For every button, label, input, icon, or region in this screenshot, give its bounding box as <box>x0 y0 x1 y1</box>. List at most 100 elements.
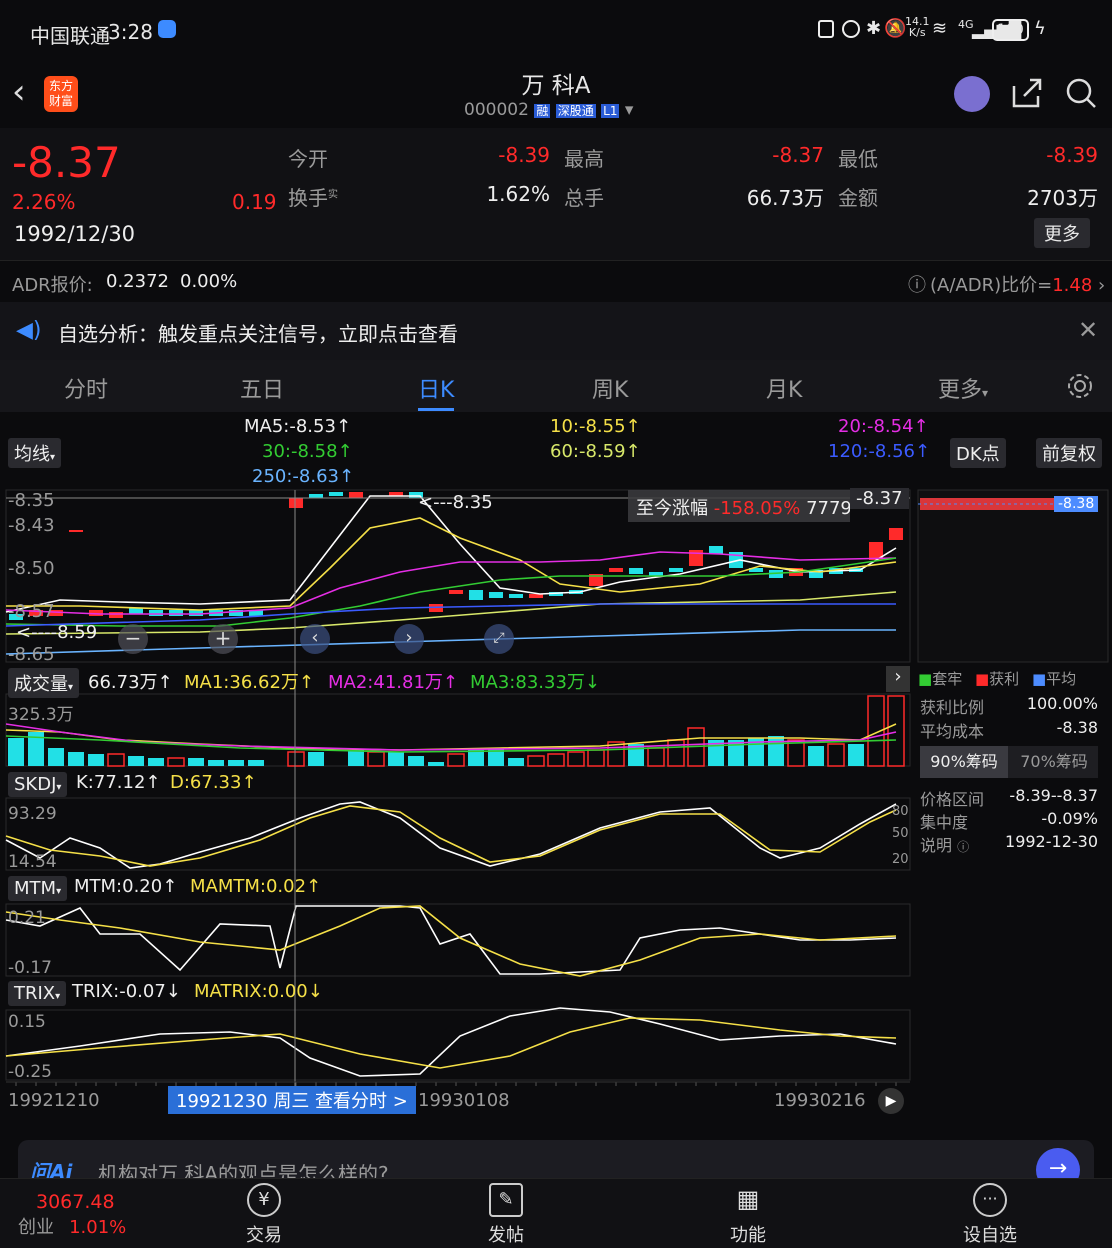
skdj-d: D:67.33↑ <box>170 772 257 793</box>
volume-bar-39 <box>827 743 845 767</box>
volume-bar-36 <box>768 736 784 766</box>
zoom-out-icon[interactable]: − <box>118 624 148 654</box>
nav-trade[interactable]: ¥ 交易 <box>204 1183 324 1247</box>
volume-bar-0 <box>8 738 24 766</box>
trix-y-max: 0.15 <box>8 1012 46 1032</box>
chip-panel-frame <box>917 489 1109 663</box>
ai-question-bar[interactable]: 问Ai 机构对万 科A的观点是怎么样的? → <box>18 1140 1094 1180</box>
ma5-value: MA5:-8.53↑ <box>244 416 352 437</box>
view-intraday-tooltip[interactable]: 19921230 周三 查看分时 > <box>168 1086 416 1114</box>
candle-9 <box>189 610 203 616</box>
mtm-panel-frame <box>5 903 911 977</box>
adr-percent: 0.00% <box>180 271 238 292</box>
dk-point-button[interactable]: DK点 <box>950 438 1006 468</box>
indicator-selector-ma[interactable]: 均线▾ <box>8 438 62 468</box>
trapped-legend: ■套牢 <box>918 670 963 688</box>
tab-intraday[interactable]: 分时 <box>64 372 108 404</box>
trix-value: TRIX:-0.07↓ <box>72 981 181 1002</box>
ma120-value: 120:-8.56↑ <box>828 441 931 462</box>
chevron-down-icon: ▾ <box>624 100 634 120</box>
volume-bar-8 <box>167 757 185 767</box>
min-price-marker: <----8.59 <box>16 622 98 643</box>
high-value: -8.37 <box>772 143 824 167</box>
nav-functions[interactable]: ▦ 功能 <box>688 1183 808 1247</box>
tab-weekly-k[interactable]: 周K <box>592 372 628 404</box>
arrow-right-icon[interactable]: → <box>1036 1148 1080 1180</box>
fullscreen-icon[interactable]: ⤢ <box>484 624 514 654</box>
chip-tab-90[interactable]: 90%筹码 <box>920 746 1008 778</box>
y-label-2: -8.43 <box>8 515 55 536</box>
index-name: 创业 <box>18 1217 54 1238</box>
wifi-icon: ≋ <box>932 18 948 39</box>
skdj-d-line <box>5 805 897 867</box>
zoom-in-icon[interactable]: + <box>208 624 238 654</box>
index-value: 3067.48 <box>36 1191 115 1213</box>
x-label-end: 19930216 <box>774 1090 866 1111</box>
low-value: -8.39 <box>1046 143 1098 167</box>
adr-ratio[interactable]: (A/ADR)比价=1.48 › <box>930 271 1105 297</box>
indicator-selector-trix[interactable]: TRIX▾ <box>8 981 67 1006</box>
scroll-left-icon[interactable]: ‹ <box>300 624 330 654</box>
expand-chip-icon[interactable]: › <box>886 666 910 692</box>
tab-more[interactable]: 更多▾ <box>938 372 988 404</box>
more-button[interactable]: 更多 <box>1034 218 1090 248</box>
candle-31 <box>669 568 683 572</box>
stock-code-row[interactable]: 000002 融 深股通 L1 ▾ <box>464 100 633 120</box>
adjust-button[interactable]: 前复权 <box>1036 438 1102 468</box>
volume-y-max: 325.3万 <box>8 705 74 725</box>
turnover-value: 1.62% <box>486 182 550 206</box>
ai-prompt-text: 机构对万 科A的观点是怎么样的? <box>98 1162 389 1180</box>
chip-tab-70[interactable]: 70%筹码 <box>1010 746 1098 778</box>
candle-3 <box>69 530 83 532</box>
notice-text: 自选分析：触发重点关注信号，立即点击查看 <box>58 322 458 346</box>
skdj-panel-frame <box>5 797 911 871</box>
indicator-selector-skdj[interactable]: SKDJ▾ <box>8 772 68 797</box>
mtm-value: MTM:0.20↑ <box>74 876 178 897</box>
play-icon[interactable]: ▶ <box>878 1088 904 1114</box>
candle-14 <box>309 494 323 498</box>
share-icon[interactable] <box>1010 76 1044 110</box>
max-price-marker: <---8.35 <box>418 492 493 513</box>
indicator-selector-mtm[interactable]: MTM▾ <box>8 876 68 901</box>
volume-bar-7 <box>148 758 164 766</box>
grid-icon: ▦ <box>736 1185 760 1213</box>
ai-logo: 问Ai <box>30 1160 73 1180</box>
shield-icon <box>158 20 176 38</box>
close-icon[interactable]: ✕ <box>1078 316 1098 344</box>
more-dots-icon: ··· <box>973 1183 1007 1217</box>
scroll-right-icon[interactable]: › <box>394 624 424 654</box>
gain-overlay: 至今涨幅 -158.05% 7779 <box>628 490 850 522</box>
quote-date: 1992/12/30 <box>14 222 136 246</box>
volume-label: 总手 <box>564 186 604 210</box>
open-label: 今开 <box>288 147 328 171</box>
help-icon[interactable]: ⓘ <box>908 271 926 297</box>
skdj-y-max: 93.29 <box>8 804 57 824</box>
battery-icon: 100 <box>992 19 1029 41</box>
robot-assistant-icon[interactable] <box>954 76 990 112</box>
volume-bar-31 <box>667 739 685 767</box>
x-label-start: 19921210 <box>8 1090 100 1111</box>
amount-label: 金额 <box>838 186 878 210</box>
period-tabs: 分时 五日 日K 周K 月K 更多▾ <box>0 360 1112 412</box>
gear-icon[interactable] <box>1066 372 1094 400</box>
chart-area[interactable]: -8.35 -8.43 -8.50 -8.57 -8.65 <---8.35 <… <box>0 488 1112 1128</box>
oscillator-layer <box>5 801 897 1086</box>
candle-29 <box>629 568 643 574</box>
volume-bar-2 <box>48 748 64 766</box>
volume-bar-15 <box>348 750 364 766</box>
search-icon[interactable] <box>1064 76 1098 110</box>
tab-monthly-k[interactable]: 月K <box>766 372 802 404</box>
nav-add-watchlist[interactable]: ··· 设自选 <box>930 1183 1050 1247</box>
tab-five-day[interactable]: 五日 <box>240 372 284 404</box>
volume-bar-23 <box>508 758 524 766</box>
quote-panel: -8.37 2.26% 0.19 1992/12/30 今开 -8.39 最高 … <box>0 128 1112 260</box>
volume-bar-11 <box>228 760 244 766</box>
indicator-selector-volume[interactable]: 成交量▾ <box>8 668 80 698</box>
profit-ratio-label: 获利比例 <box>920 698 985 717</box>
tab-daily-k[interactable]: 日K <box>418 372 455 411</box>
index-ticker[interactable]: 3067.48 创业 1.01% <box>18 1191 158 1239</box>
notice-bar[interactable]: ◀) 自选分析：触发重点关注信号，立即点击查看 ✕ <box>0 302 1112 360</box>
last-price: -8.37 <box>12 138 121 187</box>
nav-post[interactable]: ✎ 发帖 <box>446 1183 566 1247</box>
adr-value: 0.2372 <box>106 271 169 292</box>
